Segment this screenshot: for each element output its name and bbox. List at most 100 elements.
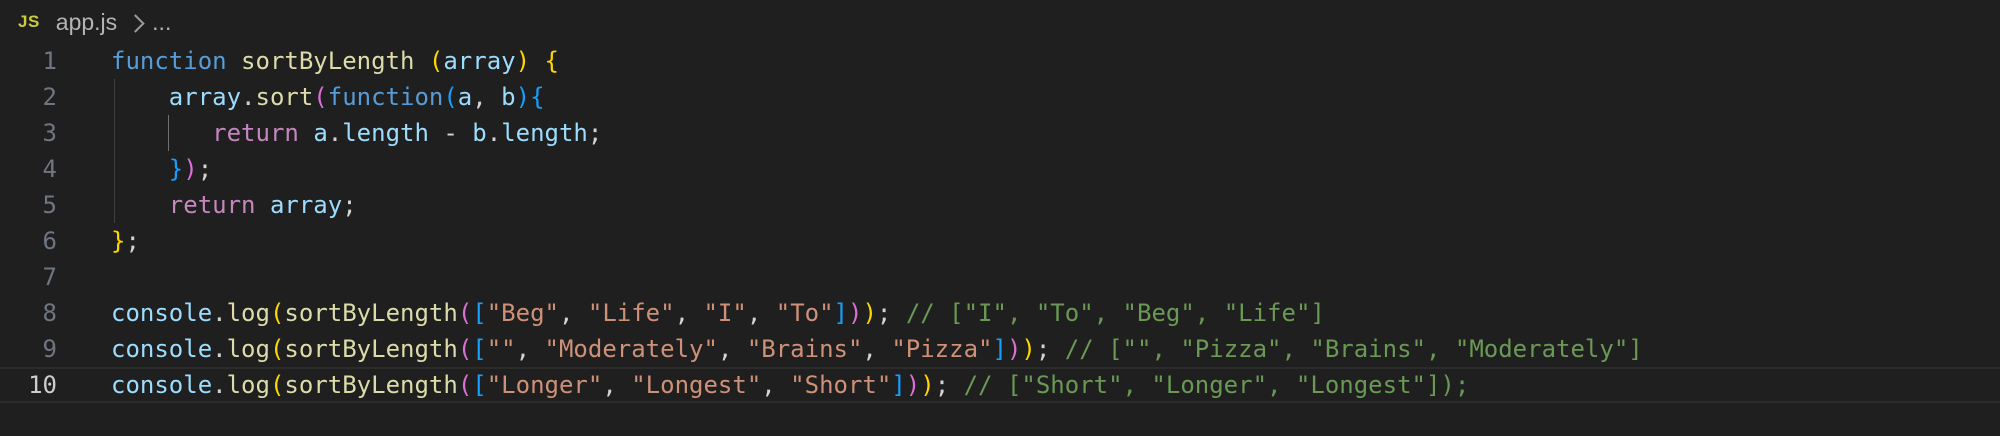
code-text: console.log(sortByLength(["Beg", "Life",… (111, 295, 1325, 331)
code-token: sortByLength (284, 335, 458, 363)
code-token: ] (992, 335, 1007, 363)
line-number: 1 (42, 47, 57, 75)
code-text: }); (111, 151, 212, 187)
code-token: ; (587, 119, 603, 147)
code-token: "Short" (790, 371, 892, 399)
code-token: ( (457, 371, 473, 399)
breadcrumb: JS app.js ... (18, 0, 171, 44)
code-line[interactable]: 10 console.log(sortByLength(["Longer", "L… (0, 367, 2000, 403)
code-token: [ (472, 371, 487, 399)
line-number: 10 (28, 371, 57, 399)
code-token: "Brains" (746, 335, 863, 363)
code-token: . (212, 299, 227, 327)
code-token: b (472, 119, 487, 147)
code-token: { (544, 47, 559, 75)
javascript-file-icon: JS (18, 12, 40, 31)
code-token: ; (197, 155, 213, 183)
code-line[interactable]: 1 function sortByLength (array) { (0, 43, 2000, 79)
code-token: ] (891, 371, 906, 399)
code-line[interactable]: 3 return a.length - b.length; (0, 115, 2000, 151)
code-text: console.log(sortByLength(["", "Moderatel… (111, 331, 1643, 367)
code-token: console (111, 335, 213, 363)
code-token: } (111, 227, 126, 255)
code-token: . (486, 119, 502, 147)
code-token: sortByLength (284, 299, 458, 327)
code-token: "To" (775, 299, 834, 327)
code-token: , (717, 335, 747, 363)
code-token: sort (255, 83, 314, 111)
code-token: ) (1006, 335, 1022, 363)
code-token: "" (486, 335, 516, 363)
code-token: "Pizza" (891, 335, 993, 363)
code-token: ; (342, 191, 357, 219)
code-token: - (428, 119, 473, 147)
code-token: a (457, 83, 473, 111)
code-token: . (327, 119, 343, 147)
code-token: function (327, 83, 444, 111)
code-token: // ["Short", "Longer", "Longest"]); (963, 371, 1470, 399)
breadcrumb-symbol-ellipsis[interactable]: ... (152, 9, 171, 36)
code-token: b (501, 83, 516, 111)
code-token: . (241, 83, 256, 111)
code-token: ) (905, 371, 921, 399)
code-line[interactable]: 5 return array; (0, 187, 2000, 223)
code-token: ) (183, 155, 198, 183)
code-token: } (168, 155, 184, 183)
code-text: }; (111, 223, 140, 259)
code-token: ; (934, 371, 964, 399)
code-token: ( (457, 335, 473, 363)
code-token: , (862, 335, 892, 363)
code-token: // ["", "Pizza", "Brains", "Moderately"] (1064, 335, 1643, 363)
code-token: ] (833, 299, 848, 327)
code-token: ; (1035, 335, 1065, 363)
code-token: array (269, 191, 343, 219)
line-number: 9 (42, 335, 57, 363)
code-token: "Longest" (631, 371, 762, 399)
code-line[interactable]: 9 console.log(sortByLength(["", "Moderate… (0, 331, 2000, 367)
code-token: array (168, 83, 242, 111)
code-token: ; (876, 299, 906, 327)
code-text: return a.length - b.length; (111, 115, 602, 151)
code-token: array (443, 47, 516, 75)
code-text: console.log(sortByLength(["Longer", "Lon… (111, 367, 1469, 403)
code-line[interactable]: 7 (0, 259, 2000, 295)
code-token: , (515, 335, 545, 363)
code-token: ( (313, 83, 328, 111)
line-number: 7 (42, 263, 57, 291)
code-token: console (111, 371, 213, 399)
code-token: ) (515, 83, 531, 111)
code-token: length (342, 119, 429, 147)
code-token: ( (457, 299, 473, 327)
code-token: sortByLength (241, 47, 415, 75)
code-token: , (761, 371, 791, 399)
code-editor[interactable]: 1 function sortByLength (array) {2 array.… (0, 43, 2000, 403)
code-text: array.sort(function(a, b){ (111, 79, 545, 115)
code-token: "Beg" (486, 299, 559, 327)
code-line[interactable]: 8 console.log(sortByLength(["Beg", "Life"… (0, 295, 2000, 331)
code-token: , (674, 299, 704, 327)
code-token: ( (428, 47, 444, 75)
code-token: , (602, 371, 632, 399)
breadcrumb-file-name[interactable]: app.js (56, 9, 117, 36)
line-number: 4 (42, 155, 57, 183)
code-line[interactable]: 4 }); (0, 151, 2000, 187)
code-token: [ (472, 335, 487, 363)
code-token: , (472, 83, 502, 111)
code-line[interactable]: 2 array.sort(function(a, b){ (0, 79, 2000, 115)
code-line[interactable]: 6}; (0, 223, 2000, 259)
code-token: , (558, 299, 588, 327)
code-token: "Moderately" (544, 335, 718, 363)
code-token: . (212, 335, 227, 363)
chevron-right-icon (126, 13, 145, 33)
code-token: "Longer" (486, 371, 603, 399)
line-number: 8 (42, 299, 57, 327)
code-token: ; (125, 227, 140, 255)
code-token: return (168, 191, 256, 219)
code-token: return (212, 119, 299, 147)
